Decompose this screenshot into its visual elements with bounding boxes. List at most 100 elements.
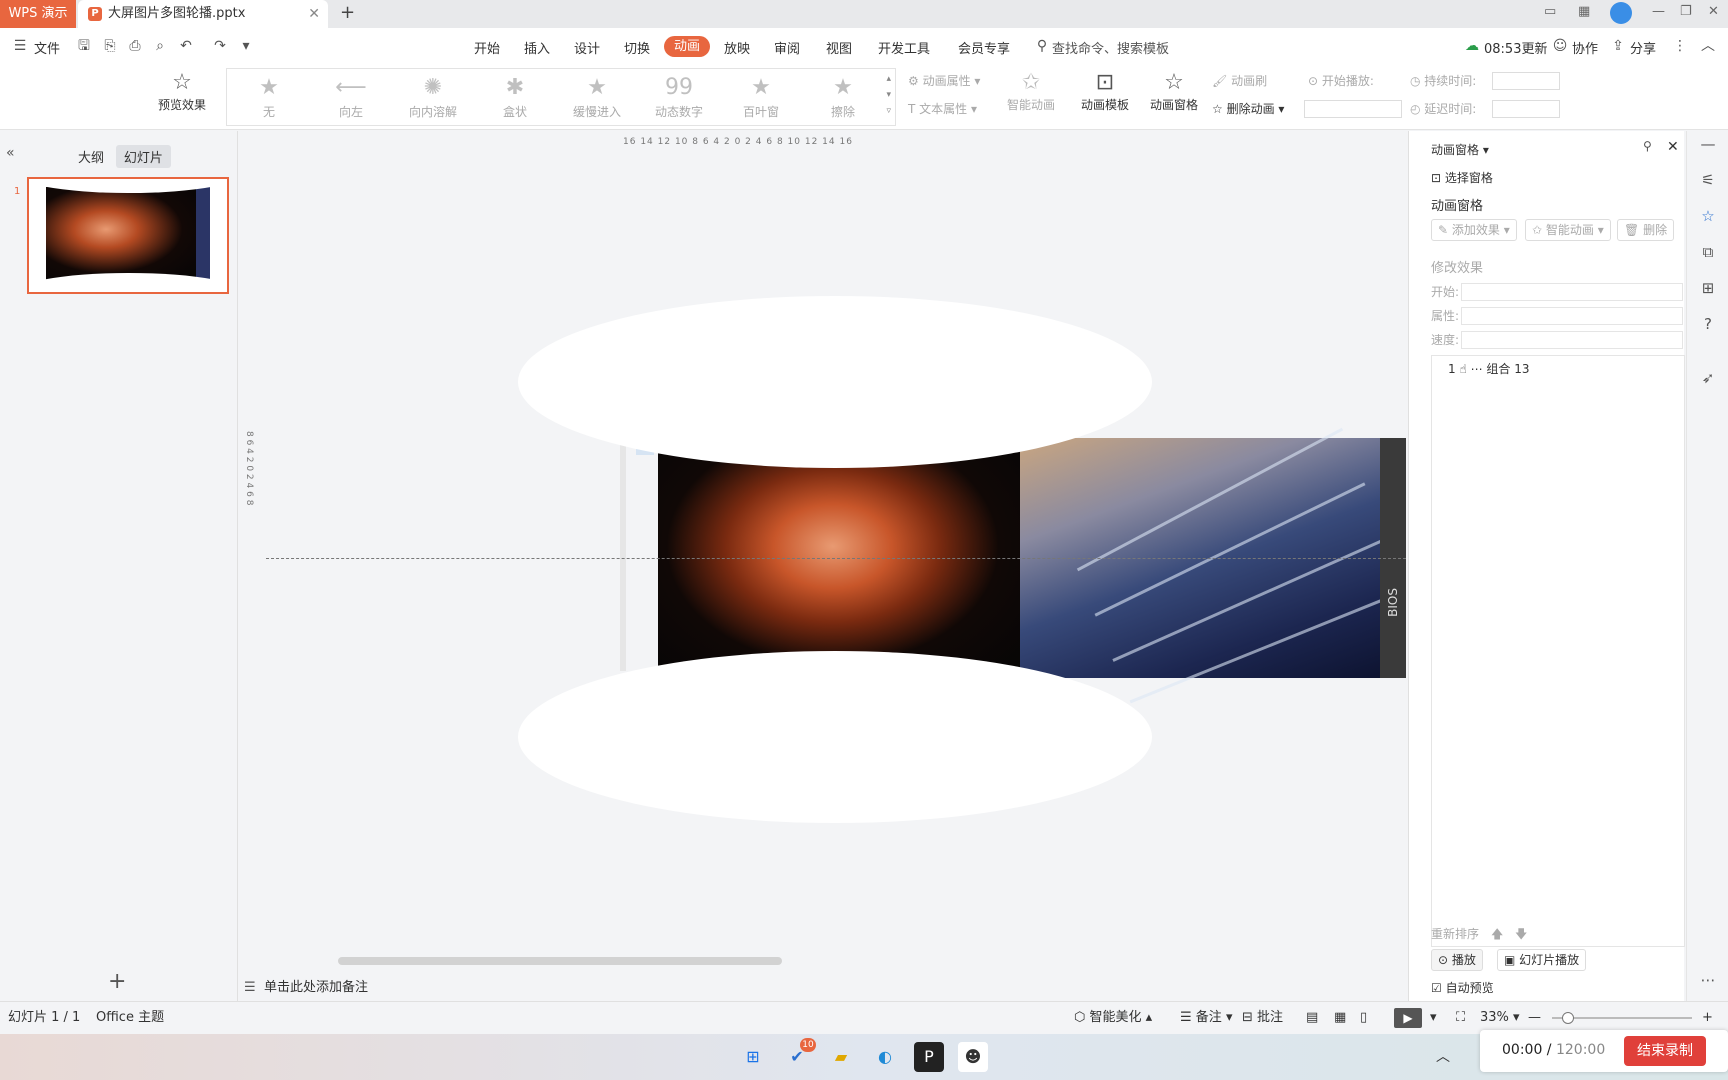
start-play-dropdown[interactable]	[1304, 100, 1402, 118]
menu-tab-slideshow[interactable]: 放映	[724, 38, 750, 57]
notes-area[interactable]: ☰ 单击此处添加备注	[240, 975, 1406, 1001]
zoom-slider-knob[interactable]	[1562, 1012, 1574, 1024]
start-play-control[interactable]: ⊙ 开始播放:	[1308, 72, 1374, 89]
command-search[interactable]: 查找命令、搜索模板	[1052, 38, 1169, 57]
close-tab-icon[interactable]: ✕	[308, 0, 320, 28]
customize-toolbar-icon[interactable]: ▾	[238, 38, 254, 54]
duration-spinner[interactable]	[1492, 72, 1560, 90]
animation-properties-button[interactable]: ⚙ 动画属性 ▾	[908, 72, 980, 89]
minimize-icon[interactable]: —	[1652, 4, 1665, 19]
animation-list-item[interactable]: 1 ☝ ⋯ 组合 13	[1448, 360, 1529, 377]
collaborate-button[interactable]: 协作	[1572, 38, 1598, 57]
animation-pane-side-icon[interactable]: ☆	[1699, 207, 1717, 225]
delete-animation-button[interactable]: ☆ 删除动画 ▾	[1212, 100, 1284, 117]
collapse-panel-icon[interactable]: «	[6, 145, 15, 161]
gallery-item-wipe[interactable]: ★ 擦除	[803, 73, 883, 120]
animation-pane-header[interactable]: 动画窗格 ▾	[1431, 141, 1489, 158]
image-tools-icon[interactable]: ⊞	[1699, 279, 1717, 297]
play-options-icon[interactable]: ▾	[1430, 1002, 1437, 1034]
gallery-item-slow-in[interactable]: ★ 缓慢进入	[557, 73, 637, 120]
close-window-icon[interactable]: ✕	[1708, 4, 1719, 19]
share-button[interactable]: 分享	[1630, 38, 1656, 57]
animation-template-button[interactable]: ⊡ 动画模板	[1072, 70, 1138, 113]
speed-dropdown[interactable]	[1461, 331, 1683, 349]
help-icon[interactable]: ?	[1699, 315, 1717, 333]
export-icon[interactable]: ⎘	[102, 38, 118, 54]
tab-slides[interactable]: 幻灯片	[115, 145, 171, 168]
fit-window-icon[interactable]: ⛶	[1456, 1002, 1465, 1034]
edge-browser-icon[interactable]: ◐	[870, 1042, 900, 1072]
smart-animation-pane-button[interactable]: ✩ 智能动画 ▾	[1525, 219, 1611, 241]
undo-icon[interactable]: ↶	[178, 38, 194, 54]
text-properties-button[interactable]: T 文本属性 ▾	[908, 100, 977, 117]
update-status[interactable]: 08:53更新	[1484, 38, 1547, 57]
slide-sorter-icon[interactable]: ▦	[1334, 1002, 1346, 1034]
top-ellipse-mask[interactable]	[518, 296, 1152, 468]
notes-toggle[interactable]: ☰ 备注 ▾	[1180, 1002, 1232, 1034]
collapse-ribbon-icon[interactable]: ︿	[1700, 38, 1716, 54]
gallery-item-left[interactable]: ⟵ 向左	[311, 73, 391, 120]
more-icon[interactable]: ⋮	[1672, 38, 1688, 54]
play-slideshow-button[interactable]: ▶	[1394, 1008, 1422, 1028]
slide-thumbnail-1[interactable]	[27, 177, 229, 294]
menu-tab-home[interactable]: 开始	[474, 38, 500, 57]
comment-toggle[interactable]: ⊟ 批注	[1242, 1002, 1283, 1034]
menu-tab-insert[interactable]: 插入	[524, 38, 550, 57]
redo-icon[interactable]: ↷	[212, 38, 228, 54]
settings-sliders-icon[interactable]: ⚟	[1699, 171, 1717, 189]
bottom-ellipse-mask[interactable]	[518, 651, 1152, 823]
add-slide-button[interactable]: +	[108, 969, 126, 994]
rocket-icon[interactable]: ➶	[1699, 369, 1717, 387]
horizontal-guide-line[interactable]	[266, 558, 1406, 559]
gallery-item-dynamic-number[interactable]: 99 动态数字	[639, 73, 719, 120]
menu-tab-review[interactable]: 审阅	[774, 38, 800, 57]
close-pane-icon[interactable]: ✕	[1667, 139, 1679, 155]
wps-presentation-icon[interactable]: P	[914, 1042, 944, 1072]
save-icon[interactable]: 🖫	[76, 38, 92, 54]
horizontal-scrollbar[interactable]	[248, 957, 1396, 965]
property-dropdown[interactable]	[1461, 307, 1683, 325]
menu-tab-transition[interactable]: 切换	[624, 38, 650, 57]
print-preview-icon[interactable]: ⌕	[152, 38, 168, 54]
smart-beautify-button[interactable]: ⬡ 智能美化 ▴	[1074, 1002, 1152, 1034]
slide-editing-canvas[interactable]: 16 14 12 10 8 6 4 2 0 2 4 6 8 10 12 14 1…	[240, 131, 1406, 967]
gallery-scroll-icon[interactable]: ▴ ▾ ▿	[886, 71, 891, 119]
grid-icon[interactable]: ▦	[1578, 4, 1590, 19]
add-effect-button[interactable]: ✎ 添加效果 ▾	[1431, 219, 1517, 241]
preview-effect-button[interactable]: ☆ 预览效果	[150, 70, 214, 113]
autopreview-checkbox[interactable]: ☑ 自动预览	[1431, 979, 1494, 996]
delete-effect-button[interactable]: 🗑 删除	[1617, 219, 1675, 241]
more-options-icon[interactable]: ⋯	[1699, 971, 1717, 989]
scrollbar-thumb[interactable]	[338, 957, 782, 965]
menu-tab-animation[interactable]: 动画	[664, 36, 710, 57]
new-tab-button[interactable]: +	[340, 0, 355, 26]
transition-icon[interactable]: ⧉	[1699, 243, 1717, 261]
tray-expand-icon[interactable]: ︿	[1436, 1046, 1450, 1066]
stop-recording-button[interactable]: 结束录制	[1624, 1036, 1706, 1066]
qq-icon[interactable]: ☻	[958, 1042, 988, 1072]
selection-pane-link[interactable]: ⊡ 选择窗格	[1431, 169, 1493, 186]
hamburger-menu-icon[interactable]: ☰	[12, 38, 28, 54]
minus-icon[interactable]: —	[1699, 135, 1717, 153]
move-up-icon[interactable]: 🡅	[1491, 925, 1503, 946]
menu-tab-design[interactable]: 设计	[574, 38, 600, 57]
animation-brush-button[interactable]: 🖌 动画刷	[1212, 72, 1267, 89]
restore-icon[interactable]: ❐	[1680, 4, 1692, 19]
theme-name[interactable]: Office 主题	[96, 1002, 164, 1034]
zoom-slider[interactable]	[1552, 1012, 1692, 1024]
user-avatar[interactable]	[1610, 2, 1632, 24]
gallery-item-dissolve-in[interactable]: ✺ 向内溶解	[393, 73, 473, 120]
layout-icon[interactable]: ▭	[1544, 4, 1556, 19]
delay-spinner[interactable]	[1492, 100, 1560, 118]
menu-tab-view[interactable]: 视图	[826, 38, 852, 57]
normal-view-icon[interactable]: ▤	[1306, 1002, 1318, 1034]
move-down-icon[interactable]: 🡇	[1515, 925, 1527, 946]
gallery-item-blinds[interactable]: ★ 百叶窗	[721, 73, 801, 120]
menu-tab-developer[interactable]: 开发工具	[878, 38, 930, 57]
wps-app-tab[interactable]: WPS 演示	[0, 0, 76, 28]
animation-pane-button[interactable]: ☆ 动画窗格	[1146, 70, 1202, 113]
pin-icon[interactable]: ⚲	[1643, 139, 1652, 153]
windows-start-icon[interactable]: ⊞	[738, 1042, 768, 1072]
gallery-item-box[interactable]: ✱ 盒状	[475, 73, 555, 120]
reading-view-icon[interactable]: ▯	[1360, 1002, 1367, 1034]
